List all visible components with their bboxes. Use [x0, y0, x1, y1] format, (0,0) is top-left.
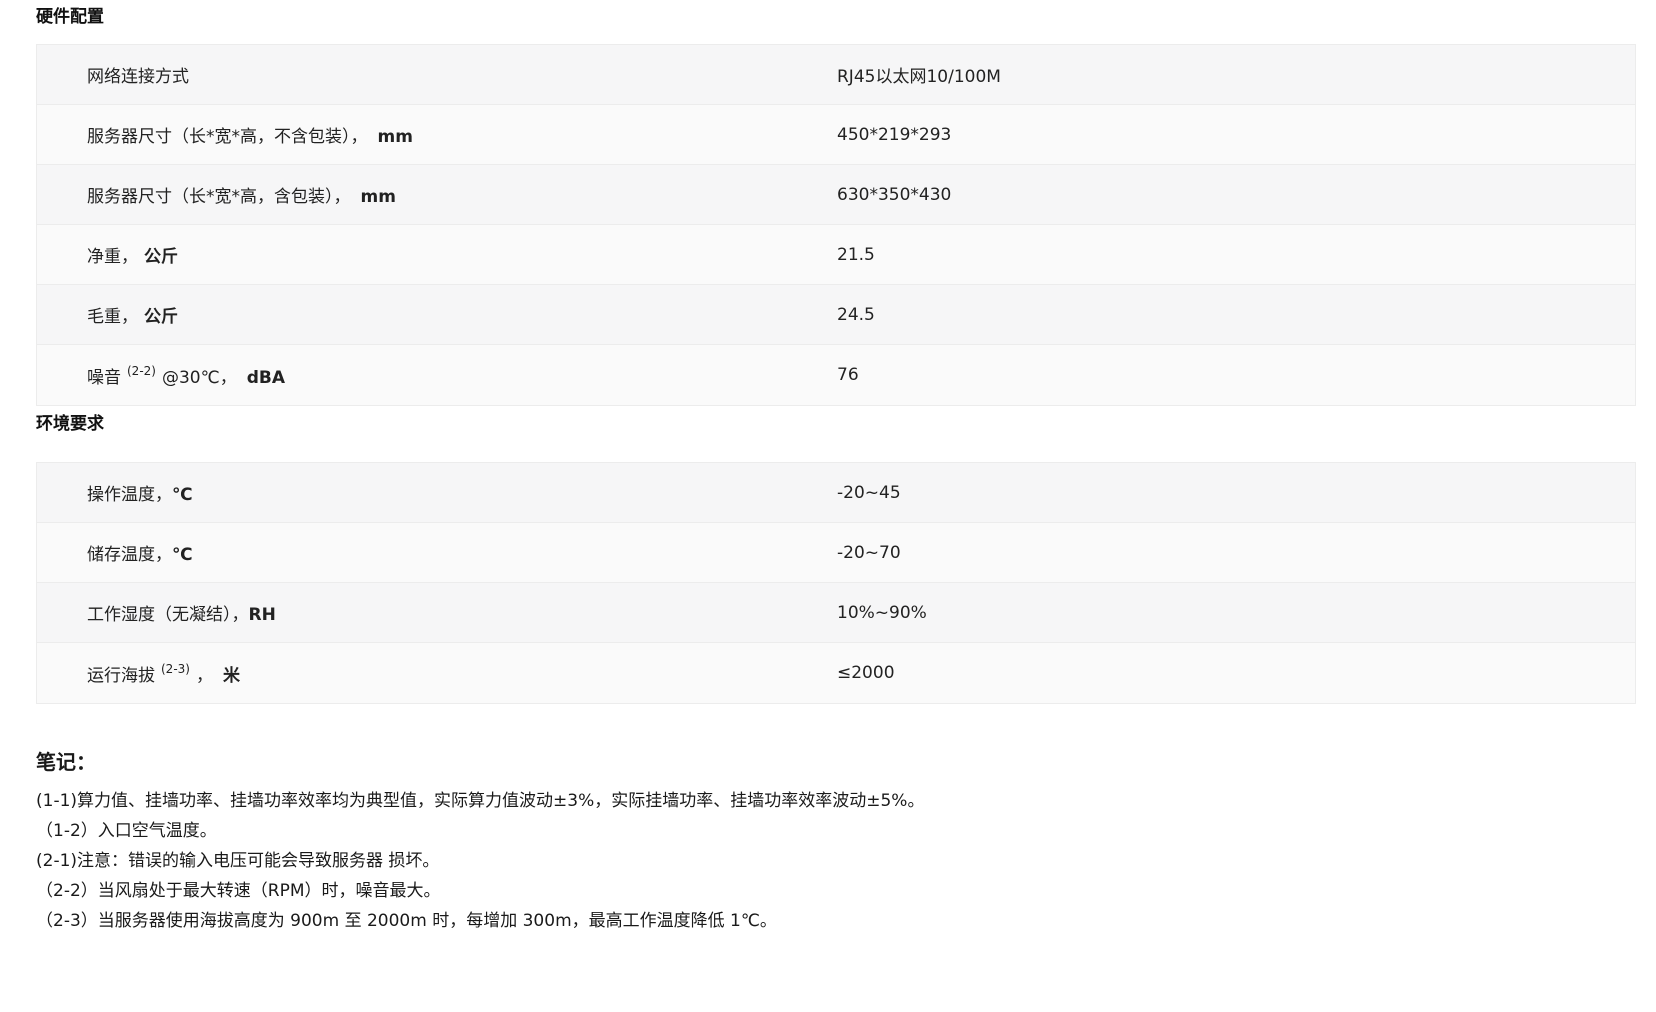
spec-row: 运行海拔 (2-3) ， 米 ≤2000: [37, 643, 1635, 703]
unit-text: 公斤: [144, 247, 178, 267]
spec-label: 服务器尺寸（长*宽*高，含包装）， mm: [37, 182, 837, 207]
section-title-hardware: 硬件配置: [36, 7, 104, 27]
spec-row: 工作湿度（无凝结），RH 10%~90%: [37, 583, 1635, 643]
label-text: 毛重，: [87, 307, 138, 327]
spec-table-hardware: 网络连接方式 RJ45以太网10/100M 服务器尺寸（长*宽*高，不含包装），…: [36, 44, 1636, 406]
spec-value: 450*219*293: [837, 124, 952, 145]
unit-text: mm: [360, 187, 396, 207]
footnote-ref: (2-2): [127, 363, 156, 378]
spec-row: 网络连接方式 RJ45以太网10/100M: [37, 45, 1635, 105]
unit-text: ℃: [172, 545, 193, 565]
section-title-environment: 环境要求: [36, 414, 104, 434]
footnote-ref: (2-3): [161, 661, 190, 676]
spec-value: 21.5: [837, 244, 875, 265]
unit-text: mm: [377, 127, 413, 147]
label-text: 服务器尺寸（长*宽*高，含包装），: [87, 187, 351, 207]
spec-page: 硬件配置 网络连接方式 RJ45以太网10/100M 服务器尺寸（长*宽*高，不…: [36, 0, 1636, 936]
spec-value: 630*350*430: [837, 184, 952, 205]
spec-table-environment: 操作温度，℃ -20~45 储存温度，℃ -20~70 工作湿度（无凝结），RH…: [36, 462, 1636, 704]
spec-row: 操作温度，℃ -20~45: [37, 463, 1635, 523]
unit-text: 公斤: [144, 307, 178, 327]
label-text: 净重，: [87, 247, 138, 267]
label-suffix: ，: [195, 665, 213, 686]
spec-label: 服务器尺寸（长*宽*高，不含包装）， mm: [37, 122, 837, 147]
spec-value: -20~45: [837, 482, 901, 503]
spec-row: 毛重， 公斤 24.5: [37, 285, 1635, 345]
spec-value: ≤2000: [837, 663, 895, 683]
note-line: （2-3）当服务器使用海拔高度为 900m 至 2000m 时，每增加 300m…: [36, 911, 777, 931]
spec-value: 76: [837, 365, 859, 385]
spec-label: 网络连接方式: [37, 62, 837, 87]
label-text: 工作湿度（无凝结），: [87, 605, 249, 625]
spec-value: 24.5: [837, 304, 875, 325]
note-line: （1-2）入口空气温度。: [36, 821, 217, 841]
label-text: 运行海拔: [87, 665, 155, 686]
spec-row: 噪音 (2-2) @30℃， dBA 76: [37, 345, 1635, 405]
spec-label: 储存温度，℃: [37, 540, 837, 565]
label-suffix: @30℃，: [161, 367, 237, 388]
spec-label: 毛重， 公斤: [37, 302, 837, 327]
label-text: 噪音: [87, 367, 121, 388]
note-line: （2-2）当风扇处于最大转速（RPM）时，噪音最大。: [36, 881, 441, 901]
spec-row: 服务器尺寸（长*宽*高，含包装）， mm 630*350*430: [37, 165, 1635, 225]
label-text: 服务器尺寸（长*宽*高，不含包装），: [87, 127, 368, 147]
unit-text: dBA: [246, 367, 285, 388]
spec-row: 净重， 公斤 21.5: [37, 225, 1635, 285]
spec-row: 储存温度，℃ -20~70: [37, 523, 1635, 583]
label-text: 操作温度，: [87, 485, 172, 505]
unit-text: ℃: [172, 485, 193, 505]
label-text: 储存温度，: [87, 545, 172, 565]
spec-value: 10%~90%: [837, 602, 927, 623]
label-text: 网络连接方式: [87, 67, 189, 87]
spec-label: 运行海拔 (2-3) ， 米: [37, 661, 837, 686]
spec-row: 服务器尺寸（长*宽*高，不含包装）， mm 450*219*293: [37, 105, 1635, 165]
note-line: (1-1)算力值、挂墙功率、挂墙功率效率均为典型值，实际算力值波动±3%，实际挂…: [36, 791, 925, 811]
notes-list: (1-1)算力值、挂墙功率、挂墙功率效率均为典型值，实际算力值波动±3%，实际挂…: [36, 786, 1636, 936]
spec-value: -20~70: [837, 542, 901, 563]
spec-label: 操作温度，℃: [37, 480, 837, 505]
notes-title: 笔记：: [36, 750, 96, 774]
spec-value: RJ45以太网10/100M: [837, 67, 1001, 87]
spec-label: 噪音 (2-2) @30℃， dBA: [37, 363, 837, 388]
unit-text: 米: [222, 665, 240, 686]
spec-label: 净重， 公斤: [37, 242, 837, 267]
note-line: (2-1)注意：错误的输入电压可能会导致服务器 损坏。: [36, 851, 440, 871]
unit-text: RH: [248, 605, 276, 625]
spec-label: 工作湿度（无凝结），RH: [37, 600, 837, 625]
